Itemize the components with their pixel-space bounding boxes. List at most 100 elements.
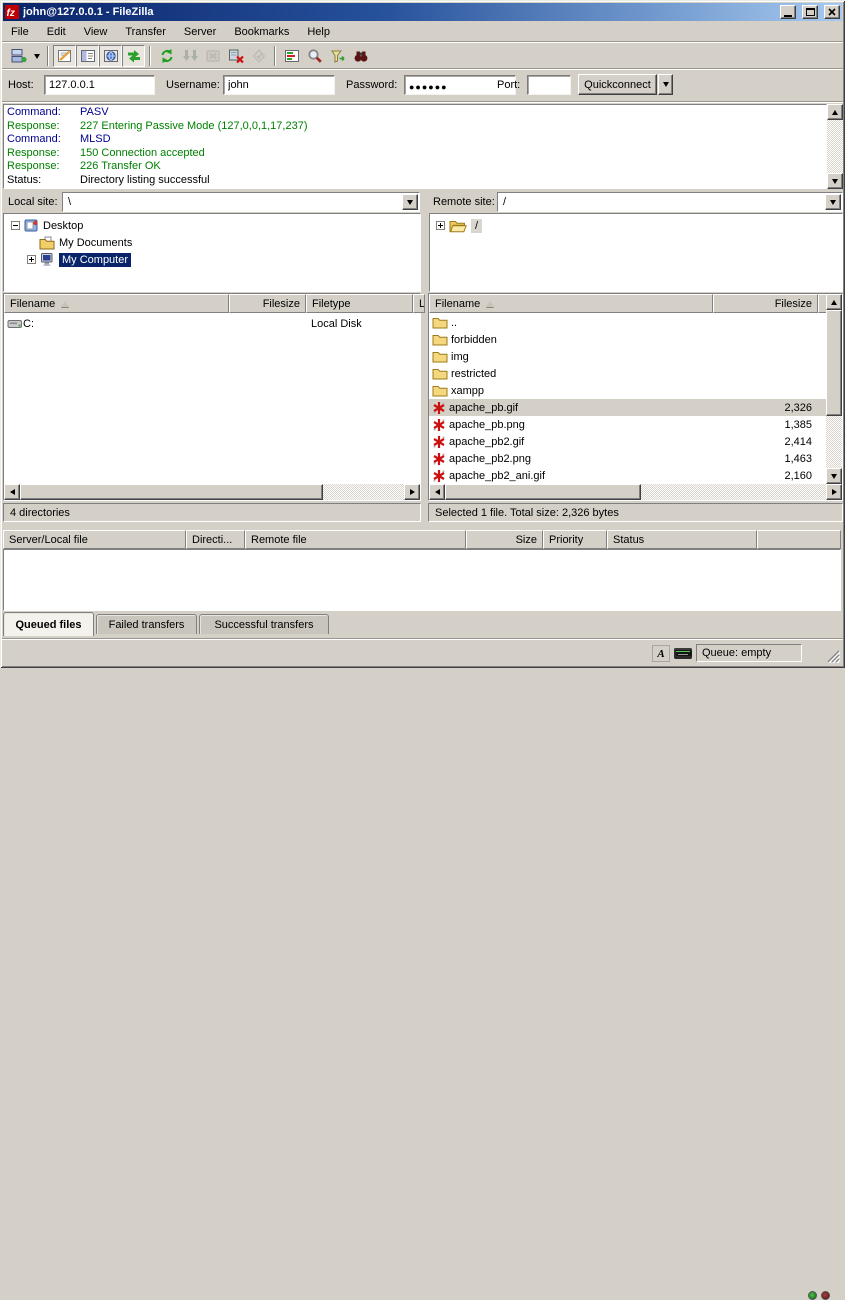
quickconnect-button[interactable]: Quickconnect [578,74,657,95]
column-header-filesize[interactable]: Filesize [229,294,306,313]
column-header-status[interactable]: Status [607,530,757,549]
remote-file-row[interactable]: xampp [429,382,826,399]
menu-file[interactable]: File [2,23,38,41]
disconnect-button[interactable] [224,45,247,67]
remote-file-row[interactable]: img [429,348,826,365]
log-scroll-up-button[interactable] [827,104,843,120]
filter-icon [330,48,346,64]
site-manager-dropdown[interactable] [30,45,43,67]
tree-item-desktop[interactable]: Desktop [11,217,83,234]
activity-led-red [821,1291,830,1300]
menu-server[interactable]: Server [175,23,225,41]
site-manager-button[interactable] [7,45,30,67]
host-input[interactable] [44,75,155,95]
tree-item-root[interactable]: / [436,217,482,234]
column-header-filesize[interactable]: Filesize [713,294,818,313]
column-header-remote-file[interactable]: Remote file [245,530,466,549]
transfer-type-indicator-icon[interactable]: A [652,645,670,662]
column-header-filetype[interactable]: Filetype [306,294,413,313]
remote-treeview-icon [103,48,119,64]
menu-help[interactable]: Help [298,23,339,41]
remote-scroll-up-button[interactable] [826,294,842,310]
queue-list[interactable] [3,549,841,611]
remote-file-row[interactable]: apache_pb2.png 1,463 [429,450,826,467]
find-files-button[interactable] [349,45,372,67]
remote-scroll-down-button[interactable] [826,468,842,484]
column-header-size[interactable]: Size [466,530,543,549]
remote-vscroll-thumb[interactable] [826,310,842,416]
remote-site-combo-arrow[interactable] [825,194,841,210]
refresh-button[interactable] [155,45,178,67]
search-binoculars-icon [353,48,369,64]
cancel-button[interactable] [201,45,224,67]
remote-site-value: / [503,196,506,208]
port-input[interactable] [527,75,571,95]
menu-view[interactable]: View [75,23,117,41]
remote-site-combo[interactable]: / [497,192,843,212]
local-hscroll-thumb[interactable] [20,484,323,500]
filter-button[interactable] [326,45,349,67]
directory-compare-button[interactable] [280,45,303,67]
column-header-server-local-file[interactable]: Server/Local file [3,530,186,549]
toolbar [2,43,843,69]
menu-bookmarks[interactable]: Bookmarks [225,23,298,41]
close-button[interactable] [824,5,840,19]
local-scroll-right-button[interactable] [404,484,420,500]
username-input[interactable] [223,75,335,95]
file-name: C: [23,318,34,330]
local-tree: Desktop My Documents My Computer [3,213,421,292]
speed-limit-icon[interactable] [674,648,692,659]
menu-edit[interactable]: Edit [38,23,75,41]
menu-transfer[interactable]: Transfer [116,23,175,41]
remote-file-row-selected[interactable]: apache_pb.gif 2,326 [429,399,826,416]
process-queue-button[interactable] [178,45,201,67]
column-header-direction[interactable]: Directi... [186,530,245,549]
column-header-filename[interactable]: Filename [4,294,229,313]
my-documents-icon [39,236,55,250]
resize-grip[interactable] [827,650,840,663]
remote-scroll-left-button[interactable] [429,484,445,500]
toolbar-separator [47,46,49,66]
remote-file-row[interactable]: apache_pb2.gif 2,414 [429,433,826,450]
toggle-log-button[interactable] [53,45,76,67]
local-file-row[interactable]: C: Local Disk [4,315,420,332]
tab-queued-files[interactable]: Queued files [3,612,94,636]
collapse-icon[interactable] [11,221,20,230]
panel-splitter[interactable] [421,192,428,522]
drive-icon [7,318,23,330]
remote-file-row[interactable]: apache_pb.png 1,385 [429,416,826,433]
desktop-icon [24,219,39,233]
local-site-combo-arrow[interactable] [402,194,418,210]
column-header-priority[interactable]: Priority [543,530,607,549]
tab-failed-transfers[interactable]: Failed transfers [96,614,197,634]
synchronized-browsing-button[interactable] [303,45,326,67]
minimize-button[interactable] [780,5,796,19]
local-scroll-left-button[interactable] [4,484,20,500]
tree-item-my-documents[interactable]: My Documents [39,234,132,251]
tab-successful-transfers[interactable]: Successful transfers [199,614,329,634]
toggle-queue-button[interactable] [122,45,145,67]
remote-file-row[interactable]: restricted [429,365,826,382]
local-site-combo[interactable]: \ [62,192,420,212]
remote-hscroll-thumb[interactable] [445,484,641,500]
tree-item-label: / [471,219,482,233]
my-computer-icon [40,252,55,267]
expand-icon[interactable] [27,255,36,264]
remote-file-row[interactable]: .. [429,314,826,331]
column-header-lastmodified[interactable]: L [413,294,425,313]
image-file-icon [432,418,446,432]
expand-icon[interactable] [436,221,445,230]
log-text: 227 Entering Passive Mode (127,0,0,1,17,… [80,120,307,134]
column-header-filename[interactable]: Filename [429,294,713,313]
log-scroll-down-button[interactable] [827,173,843,189]
maximize-button[interactable] [802,5,818,19]
quickconnect-dropdown[interactable] [658,74,673,95]
remote-scroll-right-button[interactable] [826,484,842,500]
toggle-local-tree-button[interactable] [76,45,99,67]
remote-file-row[interactable]: forbidden [429,331,826,348]
file-type: Local Disk [311,318,362,330]
toggle-remote-tree-button[interactable] [99,45,122,67]
reconnect-button[interactable] [247,45,270,67]
tree-item-my-computer[interactable]: My Computer [27,251,131,268]
remote-file-row[interactable]: apache_pb2_ani.gif 2,160 [429,467,826,484]
